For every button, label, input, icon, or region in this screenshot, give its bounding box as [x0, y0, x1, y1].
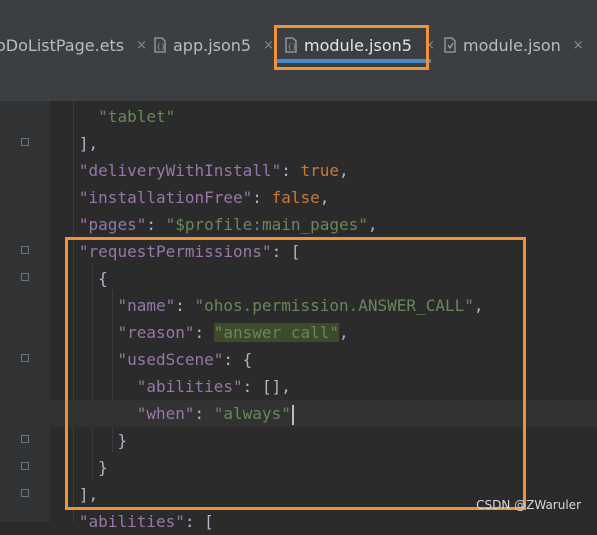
editor-tab-bar: oDoListPage.ets × {} app.json5 × {} modu…	[0, 0, 597, 74]
tab-todolistpage-ets[interactable]: oDoListPage.ets ×	[0, 25, 147, 65]
fold-marker-icon[interactable]	[21, 489, 29, 497]
tab-label: oDoListPage.ets	[0, 35, 125, 55]
fold-marker-icon[interactable]	[21, 354, 29, 362]
editor-breadcrumb-area	[0, 73, 597, 101]
close-icon[interactable]: ×	[263, 38, 274, 53]
fold-marker-icon[interactable]	[21, 435, 29, 443]
tab-highlight-box	[274, 25, 429, 70]
editor-gutter	[0, 101, 50, 522]
code-highlight-box	[65, 237, 526, 510]
json5-file-icon: {}	[153, 37, 167, 53]
code-line: ],	[78, 134, 99, 153]
tab-label: app.json5	[173, 35, 252, 55]
json-file-icon	[443, 37, 457, 53]
tab-app-json5[interactable]: {} app.json5 ×	[153, 25, 274, 65]
tab-label: module.json	[463, 35, 561, 55]
svg-text:{}: {}	[157, 43, 166, 51]
fold-marker-icon[interactable]	[21, 462, 29, 470]
code-line: "installationFree": false,	[78, 188, 330, 207]
fold-marker-icon[interactable]	[21, 246, 29, 254]
code-line: "pages": "$profile:main_pages",	[78, 215, 378, 234]
code-line: "deliveryWithInstall": true,	[78, 161, 349, 180]
fold-marker-icon[interactable]	[21, 138, 29, 146]
watermark: CSDN @ZWaruler	[476, 498, 581, 512]
tab-module-json[interactable]: module.json ×	[443, 25, 584, 65]
code-line: "tablet"	[98, 107, 176, 126]
close-icon[interactable]: ×	[573, 38, 584, 53]
fold-marker-icon[interactable]	[21, 273, 29, 281]
close-icon[interactable]: ×	[136, 38, 147, 53]
